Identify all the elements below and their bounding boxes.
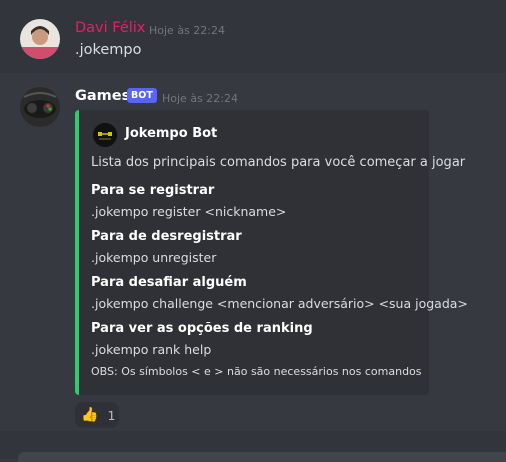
- message-input[interactable]: [18, 452, 506, 462]
- avatar-games-bot[interactable]: [20, 87, 60, 127]
- jokempo-bot-icon: [93, 123, 117, 147]
- field-value: .jokempo unregister: [91, 250, 217, 265]
- field-name: Para desafiar alguém: [91, 275, 247, 290]
- field-value: .jokempo challenge <mencionar adversário…: [91, 296, 468, 311]
- username-davi[interactable]: Davi Félix: [75, 20, 145, 36]
- avatar-davi[interactable]: [20, 19, 60, 59]
- embed-author-name[interactable]: Jokempo Bot: [125, 126, 217, 141]
- timestamp: Hoje às 22:24: [149, 24, 225, 37]
- embed-footer: OBS: Os símbolos < e > não são necessári…: [91, 365, 422, 378]
- message-hover-highlight: [0, 0, 506, 73]
- embed-description: Lista dos principais comandos para você …: [91, 155, 466, 170]
- timestamp: Hoje às 22:24: [162, 92, 238, 105]
- reaction-thumbs-up[interactable]: 👍 1: [75, 402, 119, 428]
- message-content: .jokempo: [75, 42, 142, 58]
- field-value: .jokempo rank help: [91, 342, 212, 357]
- username-games[interactable]: Games: [75, 88, 130, 104]
- field-value: .jokempo register <nickname>: [91, 204, 287, 219]
- field-name: Para se registrar: [91, 183, 215, 198]
- bot-tag: BOT: [127, 88, 157, 103]
- field-name: Para de desregistrar: [91, 229, 242, 244]
- embed: Jokempo Bot Lista dos principais comando…: [75, 110, 468, 395]
- reaction-count: 1: [107, 407, 116, 423]
- field-name: Para ver as opções de ranking: [91, 321, 313, 336]
- thumbs-up-icon: 👍: [81, 407, 99, 423]
